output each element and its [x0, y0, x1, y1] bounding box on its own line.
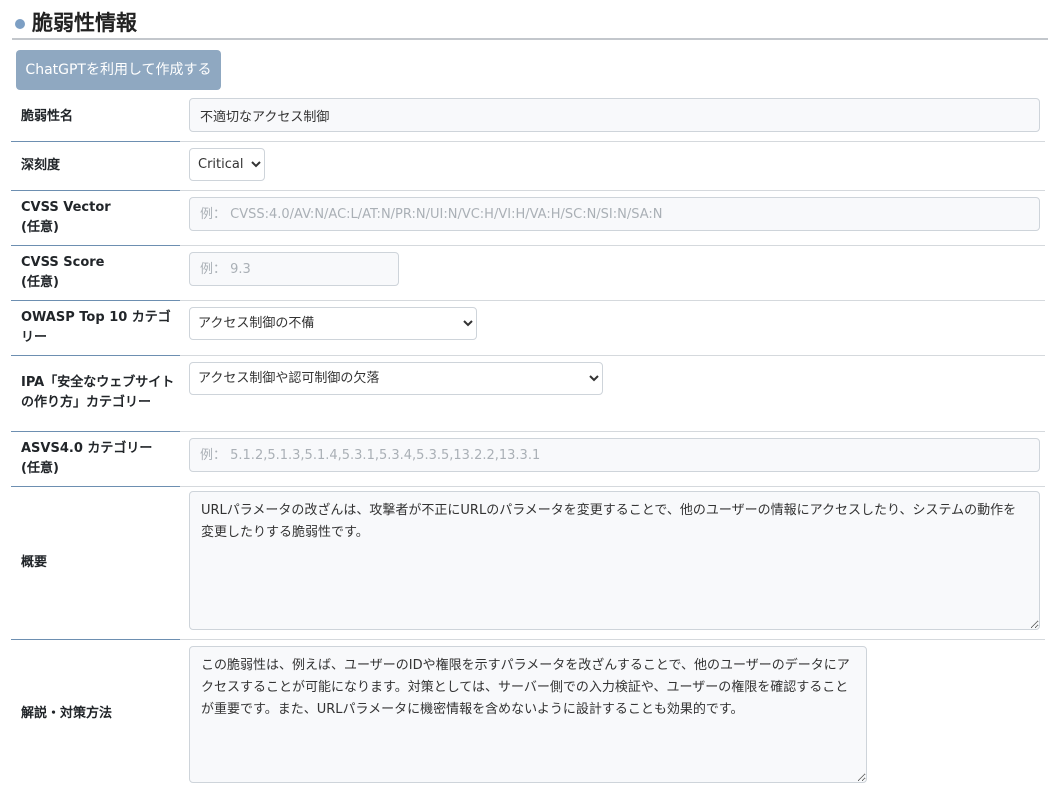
section-title: 脆弱性情報: [32, 11, 137, 35]
form-row-owasp: OWASP Top 10 カテゴリー アクセス制御の不備: [11, 300, 1045, 356]
field-label: 解説・対策方法: [21, 706, 113, 721]
form-row-name: 脆弱性名: [11, 92, 1045, 142]
owasp-category-select[interactable]: アクセス制御の不備: [189, 307, 477, 340]
form-row-cvss-vector: CVSS Vector (任意): [11, 190, 1045, 246]
form-row-asvs: ASVS4.0 カテゴリー (任意): [11, 431, 1045, 487]
field-label: IPA「安全なウェブサイトの作り方」カテゴリー: [21, 375, 175, 410]
section-header: 脆弱性情報: [12, 8, 1048, 40]
cvss-vector-input[interactable]: [189, 197, 1040, 231]
field-label: OWASP Top 10 カテゴリー: [21, 309, 171, 345]
summary-textarea[interactable]: URLパラメータの改ざんは、攻撃者が不正にURLのパラメータを変更することで、他…: [189, 491, 1040, 630]
explanation-textarea[interactable]: この脆弱性は、例えば、ユーザーのIDや権限を示すパラメータを改ざんすることで、他…: [189, 646, 867, 783]
field-label: 深刻度: [21, 157, 61, 173]
vulnerability-name-input[interactable]: [189, 98, 1040, 132]
field-label: ASVS4.0 カテゴリー (任意): [21, 440, 153, 476]
form-row-cvss-score: CVSS Score (任意): [11, 245, 1045, 301]
cvss-score-input[interactable]: [189, 252, 399, 286]
severity-select[interactable]: Critical: [189, 148, 265, 181]
form-row-ipa: IPA「安全なウェブサイトの作り方」カテゴリー アクセス制御や認可制御の欠落: [11, 355, 1045, 432]
form-row-summary: 概要 URLパラメータの改ざんは、攻撃者が不正にURLのパラメータを変更すること…: [11, 486, 1045, 640]
chatgpt-generate-button[interactable]: ChatGPTを利用して作成する: [16, 50, 221, 90]
asvs-category-input[interactable]: [189, 438, 1040, 472]
field-label: 概要: [21, 554, 48, 570]
ipa-category-select[interactable]: アクセス制御や認可制御の欠落: [189, 362, 603, 395]
field-label: CVSS Score (任意): [21, 254, 105, 290]
form-row-explanation: 解説・対策方法 この脆弱性は、例えば、ユーザーのIDや権限を示すパラメータを改ざ…: [11, 639, 1045, 789]
field-label: CVSS Vector (任意): [21, 199, 111, 235]
form-row-severity: 深刻度 Critical: [11, 141, 1045, 191]
bullet-icon: [15, 19, 25, 29]
field-label: 脆弱性名: [21, 108, 74, 124]
